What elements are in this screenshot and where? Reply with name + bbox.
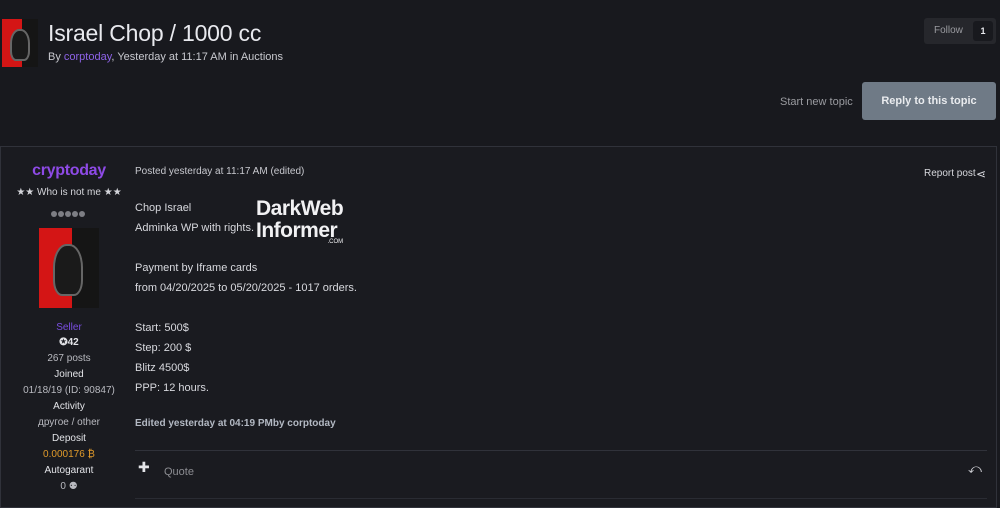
topic-byline: By corptoday, Yesterday at 11:17 AM in A… xyxy=(48,51,283,63)
joined-label: Joined xyxy=(54,369,84,380)
topic-title: Israel Chop / 1000 cc xyxy=(48,20,262,46)
divider xyxy=(135,450,987,451)
post-line: Payment by Iframe cards xyxy=(135,262,258,274)
post-line xyxy=(135,298,357,318)
start-new-topic-link[interactable]: Start new topic xyxy=(780,96,853,108)
reputation-icon: ✪ xyxy=(59,337,68,348)
deposit-value: 0.000176 ₿ xyxy=(43,449,95,460)
autogarant-label: Autogarant xyxy=(44,465,94,476)
darkweb-informer-logo: DarkWeb Informer .COM xyxy=(256,197,344,246)
topic-meta: , Yesterday at 11:17 AM in Auctions xyxy=(111,51,284,63)
plus-icon[interactable]: ✚ xyxy=(138,459,150,476)
topic-author-link[interactable]: corptoday xyxy=(64,51,112,63)
report-post-link[interactable]: Report post xyxy=(924,168,976,179)
rank-dots xyxy=(51,204,86,222)
post-author-avatar[interactable] xyxy=(39,228,99,308)
autogarant-value: 0 xyxy=(60,481,66,492)
mask-icon xyxy=(10,29,30,61)
deposit-label: Deposit xyxy=(52,433,86,444)
quote-button[interactable]: Quote xyxy=(164,466,194,478)
follow-label: Follow xyxy=(934,25,963,36)
autogarant: 0 ⚉ xyxy=(1,481,137,492)
divider xyxy=(135,498,987,499)
post-author-username[interactable]: cryptoday xyxy=(1,162,137,180)
post-line: from 04/20/2025 to 05/20/2025 - 1017 ord… xyxy=(135,282,357,294)
joined-value: 01/18/19 (ID: 90847) xyxy=(23,385,115,396)
posts-count: 267 posts xyxy=(47,353,91,364)
post-line: Start: 500$ xyxy=(135,322,189,334)
post-meta: Posted yesterday at 11:17 AM (edited) xyxy=(135,166,305,177)
mask-icon xyxy=(53,244,83,296)
reputation: ✪42 xyxy=(1,337,137,348)
user-group: Seller xyxy=(56,322,82,333)
reply-icon[interactable]: ⤺ xyxy=(968,461,982,477)
topic-avatar[interactable] xyxy=(2,19,38,67)
post-container: cryptoday ★★ Who is not me ★★ Seller ✪42… xyxy=(0,146,997,508)
reply-to-topic-button[interactable]: Reply to this topic xyxy=(862,82,996,120)
post-line: Blitz 4500$ xyxy=(135,362,190,374)
post-line: PPP: 12 hours. xyxy=(135,382,209,394)
post-line: Step: 200 $ xyxy=(135,342,192,354)
handshake-icon: ⚉ xyxy=(68,481,78,492)
follow-button[interactable]: Follow 1 xyxy=(924,18,996,44)
share-icon[interactable]: ⋖ xyxy=(976,167,986,181)
edited-note: Edited yesterday at 04:19 PMby corptoday xyxy=(135,418,336,429)
by-prefix: By xyxy=(48,51,64,63)
activity-label: Activity xyxy=(53,401,85,412)
reputation-value: 42 xyxy=(67,337,79,348)
activity-value: другое / other xyxy=(38,417,100,428)
follow-count: 1 xyxy=(973,21,993,41)
user-title: ★★ Who is not me ★★ xyxy=(16,187,122,198)
